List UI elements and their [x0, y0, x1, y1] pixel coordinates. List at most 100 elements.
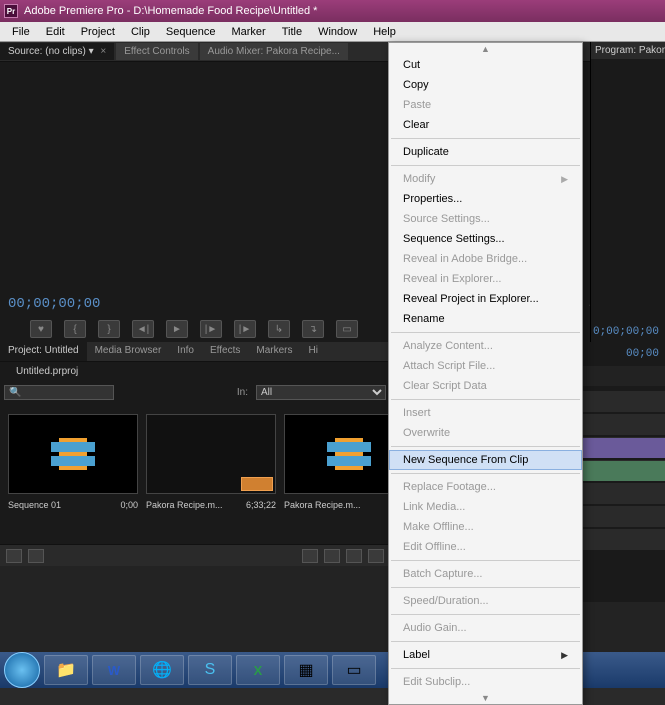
source-timecode: 00;00;00;00: [8, 296, 100, 312]
project-tabs: Project: Untitled Media Browser Info Eff…: [0, 342, 390, 362]
tab-project[interactable]: Project: Untitled: [0, 342, 87, 361]
menu-title[interactable]: Title: [274, 24, 310, 40]
project-bin: Sequence 010;00 Pakora Recipe.m...6;33;2…: [0, 404, 390, 544]
menu-item-reveal-project-in-explorer[interactable]: Reveal Project in Explorer...: [389, 289, 582, 309]
timeline-ruler-time: 00;00: [626, 348, 659, 360]
menu-item-label: Batch Capture...: [403, 568, 483, 580]
tab-effect-controls[interactable]: Effect Controls: [116, 43, 197, 60]
menu-item-modify: Modify▶: [389, 169, 582, 189]
menu-item-analyze-content: Analyze Content...: [389, 336, 582, 356]
search-input[interactable]: [4, 385, 114, 400]
taskbar-explorer[interactable]: 📁: [44, 655, 88, 685]
sequence-icon: [59, 438, 87, 470]
new-bin-icon[interactable]: [324, 549, 340, 563]
mark-in-button[interactable]: ♥: [30, 320, 52, 338]
taskbar-app2[interactable]: ▭: [332, 655, 376, 685]
overwrite-button[interactable]: ↴: [302, 320, 324, 338]
menu-separator: [391, 560, 580, 561]
bin-item-video[interactable]: Pakora Recipe.m...6;33;22: [146, 414, 276, 534]
menu-sequence[interactable]: Sequence: [158, 24, 224, 40]
new-item-icon[interactable]: [346, 549, 362, 563]
menu-item-label: Duplicate: [403, 146, 449, 158]
taskbar-word[interactable]: W: [92, 655, 136, 685]
menu-scroll-down[interactable]: ▼: [389, 692, 582, 704]
menu-item-cut[interactable]: Cut: [389, 55, 582, 75]
menu-item-copy[interactable]: Copy: [389, 75, 582, 95]
tab-markers[interactable]: Markers: [248, 342, 300, 361]
list-view-icon[interactable]: [6, 549, 22, 563]
bin-item-sequence[interactable]: Sequence 010;00: [8, 414, 138, 534]
menu-item-label: Paste: [403, 99, 431, 111]
submenu-arrow-icon: ▶: [561, 174, 568, 185]
project-search-row: In: All: [0, 381, 390, 404]
menu-item-sequence-settings[interactable]: Sequence Settings...: [389, 229, 582, 249]
menu-file[interactable]: File: [4, 24, 38, 40]
find-icon[interactable]: [302, 549, 318, 563]
step-fwd-button[interactable]: |►: [200, 320, 222, 338]
export-frame-button[interactable]: ▭: [336, 320, 358, 338]
menu-item-reveal-in-adobe-bridge: Reveal in Adobe Bridge...: [389, 249, 582, 269]
project-panel: Project: Untitled Media Browser Info Eff…: [0, 342, 390, 602]
mark-out-button[interactable]: {: [64, 320, 86, 338]
item-name: Pakora Recipe.m...: [146, 500, 223, 510]
trash-icon[interactable]: [368, 549, 384, 563]
tab-info[interactable]: Info: [169, 342, 202, 361]
taskbar-skype[interactable]: S: [188, 655, 232, 685]
tab-history[interactable]: Hi: [301, 342, 326, 361]
menu-item-clear-script-data: Clear Script Data: [389, 376, 582, 396]
insert-button[interactable]: ↳: [268, 320, 290, 338]
menu-item-label[interactable]: Label ▶: [389, 645, 582, 665]
taskbar-excel[interactable]: X: [236, 655, 280, 685]
tab-source[interactable]: Source: (no clips) ▾ ×: [0, 43, 114, 60]
menu-item-label: Reveal Project in Explorer...: [403, 293, 539, 305]
menu-item-clear[interactable]: Clear: [389, 115, 582, 135]
workspace: Source: (no clips) ▾ × Effect Controls A…: [0, 42, 665, 688]
menu-item-insert: Insert: [389, 403, 582, 423]
menu-item-duplicate[interactable]: Duplicate: [389, 142, 582, 162]
tab-audio-mixer[interactable]: Audio Mixer: Pakora Recipe...: [200, 43, 348, 60]
tab-program[interactable]: Program: Pakora: [591, 42, 665, 59]
menu-item-label: Reveal in Explorer...: [403, 273, 501, 285]
start-button[interactable]: [4, 652, 40, 688]
menu-item-label: Label: [403, 649, 430, 661]
dropdown-icon[interactable]: ▾: [89, 46, 94, 57]
menu-marker[interactable]: Marker: [223, 24, 273, 40]
close-icon[interactable]: ×: [100, 46, 106, 57]
menu-item-edit-subclip: Edit Subclip...: [389, 672, 582, 692]
tab-media-browser[interactable]: Media Browser: [87, 342, 170, 361]
menu-project[interactable]: Project: [73, 24, 123, 40]
menu-item-label: Source Settings...: [403, 213, 490, 225]
menu-item-audio-gain: Audio Gain...: [389, 618, 582, 638]
menu-item-reveal-in-explorer: Reveal in Explorer...: [389, 269, 582, 289]
menu-item-rename[interactable]: Rename: [389, 309, 582, 329]
taskbar-chrome[interactable]: 🌐: [140, 655, 184, 685]
menu-window[interactable]: Window: [310, 24, 365, 40]
menu-item-label: Link Media...: [403, 501, 465, 513]
in-label: In:: [237, 387, 248, 398]
project-filename: Untitled.prproj: [0, 362, 390, 381]
menu-item-label: Insert: [403, 407, 431, 419]
in-filter-select[interactable]: All: [256, 385, 386, 400]
play-button[interactable]: ►: [166, 320, 188, 338]
menu-help[interactable]: Help: [365, 24, 404, 40]
menu-item-label: Clear Script Data: [403, 380, 487, 392]
menu-scroll-up[interactable]: ▲: [389, 43, 582, 55]
tab-effects[interactable]: Effects: [202, 342, 248, 361]
icon-view-icon[interactable]: [28, 549, 44, 563]
menu-item-attach-script-file: Attach Script File...: [389, 356, 582, 376]
menu-item-new-sequence-from-clip[interactable]: New Sequence From Clip: [389, 450, 582, 470]
menu-item-label: Properties...: [403, 193, 462, 205]
menu-item-edit-offline: Edit Offline...: [389, 537, 582, 557]
menu-item-properties[interactable]: Properties...: [389, 189, 582, 209]
menu-separator: [391, 614, 580, 615]
menu-item-make-offline: Make Offline...: [389, 517, 582, 537]
menu-item-label: Speed/Duration...: [403, 595, 489, 607]
menu-item-label: Reveal in Adobe Bridge...: [403, 253, 527, 265]
menu-clip[interactable]: Clip: [123, 24, 158, 40]
step-back-button[interactable]: ◄|: [132, 320, 154, 338]
taskbar-app[interactable]: ▦: [284, 655, 328, 685]
go-out-button[interactable]: |►: [234, 320, 256, 338]
submenu-arrow-icon: ▶: [561, 650, 568, 661]
menu-edit[interactable]: Edit: [38, 24, 73, 40]
go-in-button[interactable]: }: [98, 320, 120, 338]
